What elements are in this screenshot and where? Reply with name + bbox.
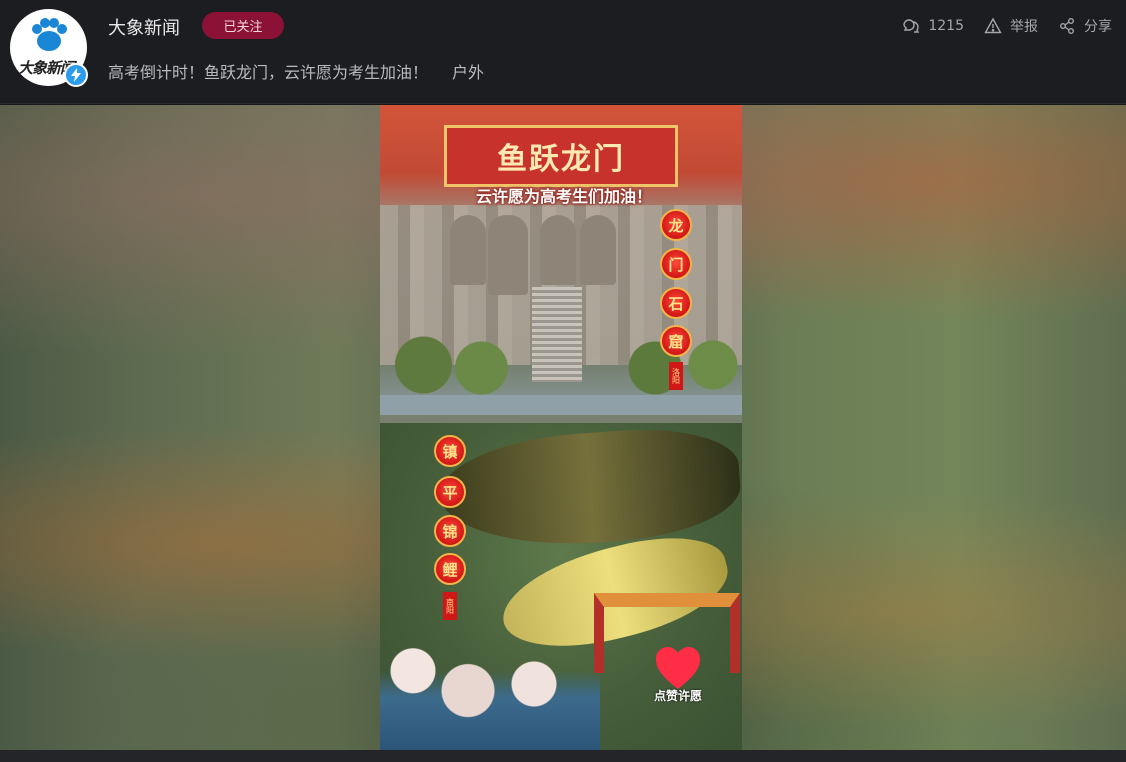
follow-button[interactable]: 已关注 bbox=[202, 12, 284, 39]
share-button[interactable]: 分享 bbox=[1058, 16, 1112, 36]
koi-panel: 镇 平 锦 鲤 南阳 点赞许愿 bbox=[380, 422, 742, 750]
account-name[interactable]: 大象新闻 bbox=[108, 14, 180, 40]
bottom-bar bbox=[0, 750, 1126, 762]
lantern: 窟 bbox=[660, 325, 692, 357]
buddha-statue bbox=[540, 215, 576, 285]
buddha-statue bbox=[580, 215, 616, 285]
post-header: 大象新闻 大象新闻 已关注 高考倒计时！鱼跃龙门，云许愿为考生加油！ 户外 121… bbox=[0, 0, 1126, 104]
buddha-statue bbox=[488, 215, 528, 295]
lantern: 镇 bbox=[434, 435, 466, 467]
report-button[interactable]: 举报 bbox=[984, 16, 1038, 36]
koi-fish bbox=[436, 422, 742, 554]
comments-icon bbox=[903, 19, 920, 33]
buddha-statue bbox=[450, 215, 486, 285]
waves bbox=[380, 618, 600, 750]
banner-title: 鱼跃龙门 bbox=[497, 142, 625, 177]
lantern: 平 bbox=[434, 476, 466, 508]
lantern: 锦 bbox=[434, 515, 466, 547]
video-player[interactable]: 鱼跃龙门 云许愿为高考生们加油！ 龙 门 石 窟 洛阳 镇 平 锦 鲤 南阳 点… bbox=[380, 105, 742, 750]
paw-logo-icon bbox=[32, 18, 67, 51]
location-tag: 洛阳 bbox=[669, 362, 683, 390]
post-title: 高考倒计时！鱼跃龙门，云许愿为考生加油！ 户外 bbox=[108, 59, 484, 83]
share-icon bbox=[1060, 18, 1074, 34]
comments-button[interactable]: 1215 bbox=[902, 17, 964, 35]
action-bar: 1215 举报 分享 bbox=[902, 16, 1112, 36]
lantern: 鲤 bbox=[434, 553, 466, 585]
warning-icon bbox=[984, 17, 1002, 34]
longmen-grottoes-panel: 鱼跃龙门 云许愿为高考生们加油！ 龙 门 石 窟 洛阳 bbox=[380, 105, 742, 415]
comments-count: 1215 bbox=[928, 18, 964, 34]
post-category[interactable]: 户外 bbox=[452, 63, 484, 82]
title-banner: 鱼跃龙门 bbox=[444, 125, 678, 187]
like-wish-label[interactable]: 点赞许愿 bbox=[654, 687, 702, 704]
lantern: 龙 bbox=[660, 209, 692, 241]
location-tag: 南阳 bbox=[443, 592, 457, 620]
verified-badge-icon bbox=[64, 63, 88, 87]
post-title-text: 高考倒计时！鱼跃龙门，云许愿为考生加油！ bbox=[108, 63, 429, 82]
river bbox=[380, 395, 742, 415]
share-label: 分享 bbox=[1084, 19, 1112, 35]
video-stage[interactable]: 鱼跃龙门 云许愿为高考生们加油！ 龙 门 石 窟 洛阳 镇 平 锦 鲤 南阳 点… bbox=[0, 105, 1126, 750]
banner-subtitle: 云许愿为高考生们加油！ bbox=[476, 187, 653, 206]
lantern: 石 bbox=[660, 287, 692, 319]
report-label: 举报 bbox=[1010, 19, 1038, 35]
lantern: 门 bbox=[660, 248, 692, 280]
